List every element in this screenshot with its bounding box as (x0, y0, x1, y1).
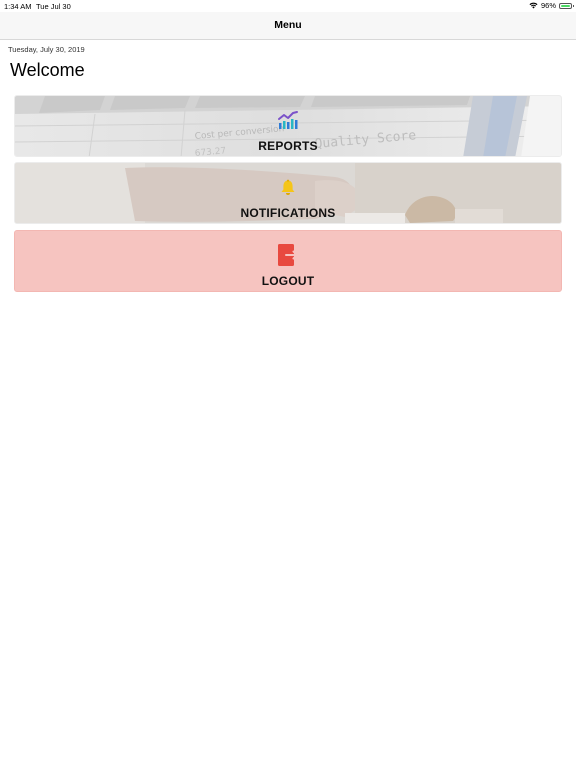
navigation-bar: Menu (0, 12, 576, 40)
logout-icon (278, 244, 298, 266)
status-indicators: 96% (529, 1, 574, 10)
reports-button[interactable]: Cost per conversion Quality Score 673.27… (14, 95, 562, 157)
battery-icon (559, 2, 574, 9)
reports-label: REPORTS (258, 139, 318, 153)
bell-icon (281, 179, 295, 195)
battery-fill (561, 4, 570, 7)
current-date: Tuesday, July 30, 2019 (8, 45, 85, 54)
nav-title: Menu (274, 19, 302, 31)
notifications-label: NOTIFICATIONS (240, 206, 336, 220)
chart-icon (278, 111, 298, 129)
logout-label: LOGOUT (261, 274, 315, 288)
welcome-heading: Welcome (10, 60, 85, 80)
wifi-icon (529, 2, 538, 9)
notifications-button[interactable]: NOTIFICATIONS (14, 162, 562, 224)
battery-cap (572, 4, 574, 7)
status-bar: 1:34 AM Tue Jul 30 96% (0, 0, 576, 12)
logout-button[interactable]: LOGOUT (14, 230, 562, 292)
status-date: Tue Jul 30 (36, 2, 71, 11)
battery-percent: 96% (540, 1, 556, 10)
status-time: 1:34 AM (4, 2, 32, 11)
